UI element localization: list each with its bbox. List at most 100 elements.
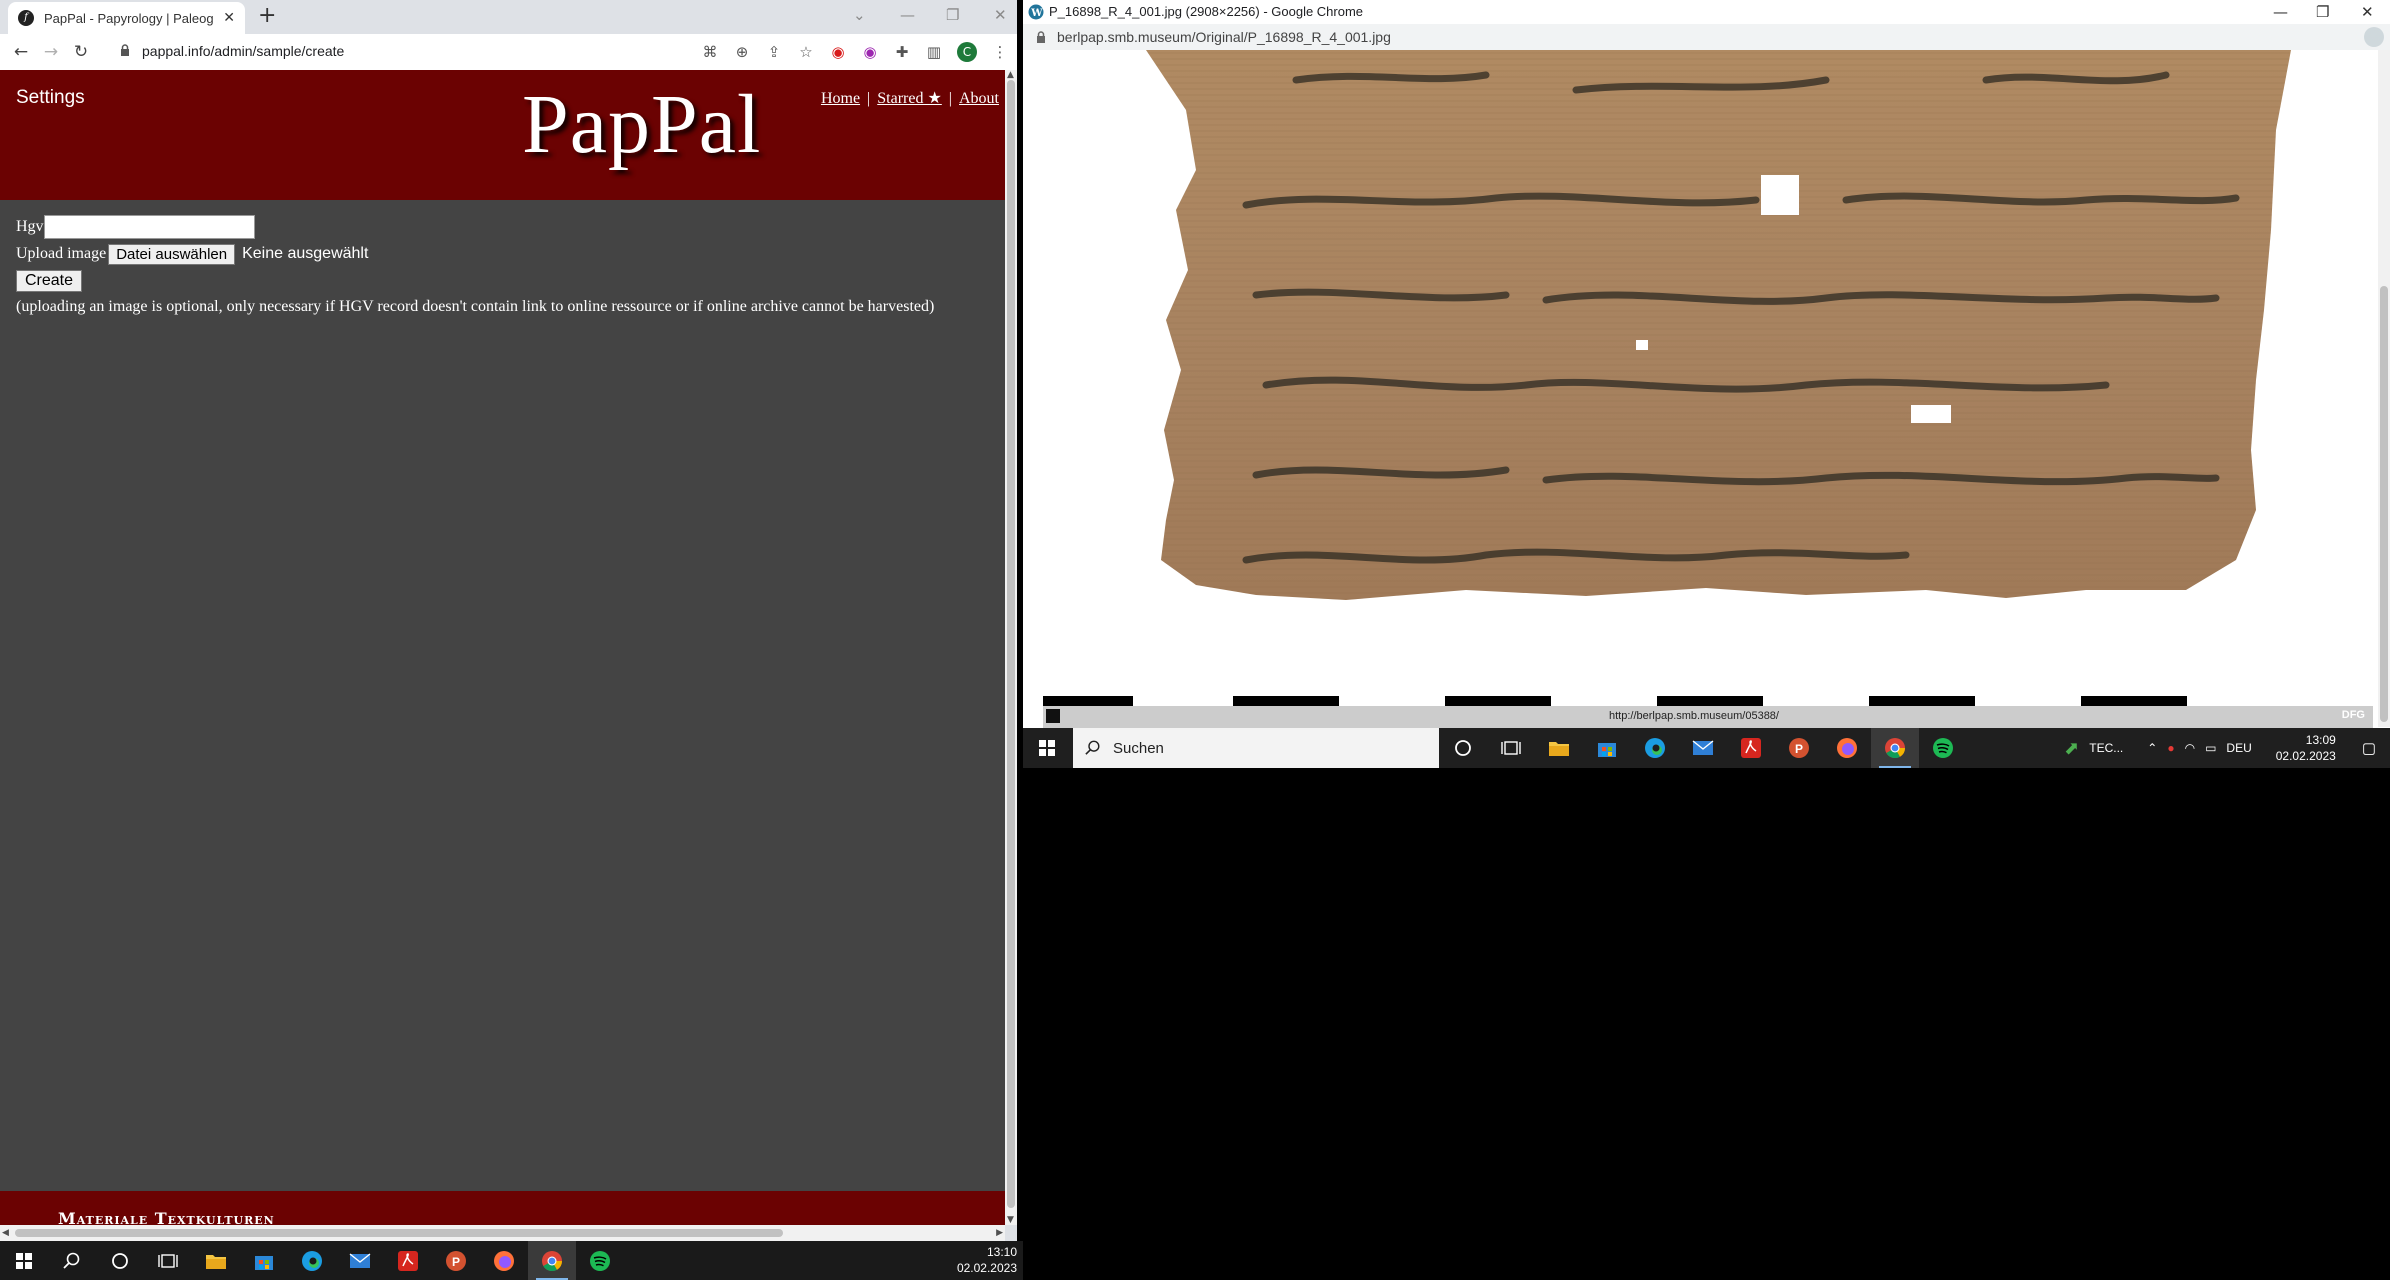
right-restore-button[interactable]: ❐ xyxy=(2316,0,2329,27)
right-start-windows-icon[interactable] xyxy=(1023,728,1071,768)
vertical-scroll-thumb[interactable] xyxy=(1007,80,1015,1208)
left-browser-window: f PapPal - Papyrology | Paleography ✕ + … xyxy=(0,0,1017,1241)
right-lock-icon[interactable] xyxy=(1036,31,1046,44)
footer-project-name: Materiale Textkulturen xyxy=(58,1209,275,1225)
tray-overflow-chevron-icon[interactable]: ⌃ xyxy=(2147,741,2157,755)
tab-strip: f PapPal - Papyrology | Paleography ✕ + … xyxy=(0,0,1017,34)
nav-starred-link[interactable]: Starred ★ xyxy=(877,90,942,107)
language-indicator[interactable]: DEU xyxy=(2226,741,2251,755)
extensions-puzzle-icon[interactable]: ✚ xyxy=(893,43,911,61)
image-footer-url: http://berlpap.smb.museum/05388/ xyxy=(1609,710,1779,722)
nav-home-link[interactable]: Home xyxy=(821,90,860,107)
right-zoom-icon[interactable] xyxy=(2364,27,2384,47)
spotify-icon[interactable] xyxy=(576,1241,624,1280)
chrome-icon[interactable] xyxy=(528,1241,576,1280)
wifi-icon[interactable]: ◠ xyxy=(2185,741,2195,755)
right-minimize-button[interactable]: — xyxy=(2273,0,2288,27)
window-close-button[interactable]: ✕ xyxy=(994,0,1007,30)
scroll-up-icon[interactable]: ▲ xyxy=(1007,70,1014,80)
right-cortana-icon[interactable] xyxy=(1439,728,1487,768)
right-clock-time: 13:09 xyxy=(2305,733,2336,747)
address-bar[interactable]: pappal.info/admin/sample/create xyxy=(142,43,344,59)
menu-kebab-icon[interactable]: ⋮ xyxy=(991,43,1009,61)
firefox-icon[interactable] xyxy=(480,1241,528,1280)
right-vertical-scrollbar[interactable] xyxy=(2378,50,2390,727)
left-clock-date: 02.02.2023 xyxy=(956,1261,1017,1275)
battery-icon[interactable]: ▭ xyxy=(2205,741,2216,755)
bookmark-star-icon[interactable]: ☆ xyxy=(797,43,815,61)
right-address-bar[interactable]: berlpap.smb.museum/Original/P_16898_R_4_… xyxy=(1057,29,1391,45)
right-taskbar-clock[interactable]: 13:09 02.02.2023 xyxy=(2276,732,2336,764)
right-browser-window: W P_16898_R_4_001.jpg (2908×2256) - Goog… xyxy=(1023,0,2390,768)
right-file-explorer-icon[interactable] xyxy=(1535,728,1583,768)
upload-image-label: Upload image xyxy=(16,245,107,262)
scroll-right-icon[interactable]: ▶ xyxy=(996,1228,1003,1238)
profile-avatar[interactable]: C xyxy=(957,42,977,62)
taskbar-search-box[interactable]: Suchen xyxy=(1073,728,1439,768)
right-acrobat-icon[interactable] xyxy=(1727,728,1775,768)
minimize-button[interactable]: — xyxy=(900,0,915,30)
tray-antivirus-icon[interactable]: ● xyxy=(2167,741,2174,755)
site-favicon-icon: f xyxy=(18,10,34,26)
zoom-icon[interactable]: ⊕ xyxy=(733,43,751,61)
right-clock-date: 02.02.2023 xyxy=(2275,749,2336,763)
microsoft-store-icon[interactable] xyxy=(240,1241,288,1280)
search-icon[interactable] xyxy=(48,1241,96,1280)
create-sample-form: Hgv Upload image Datei auswählen Keine a… xyxy=(16,214,934,320)
tray-app-label[interactable]: TEC... xyxy=(2089,741,2123,755)
image-viewer[interactable]: http://berlpap.smb.museum/05388/ DFG xyxy=(1023,50,2378,728)
right-spotify-icon[interactable] xyxy=(1919,728,1967,768)
stock-chart-icon[interactable]: ⬈ xyxy=(2064,738,2079,759)
right-firefox-icon[interactable] xyxy=(1823,728,1871,768)
right-powerpoint-icon[interactable]: P xyxy=(1775,728,1823,768)
choose-file-button[interactable]: Datei auswählen xyxy=(108,243,236,265)
tab-search-icon[interactable]: ⌄ xyxy=(853,0,866,30)
browser-tab-pappal[interactable]: f PapPal - Papyrology | Paleography ✕ xyxy=(8,2,245,34)
file-explorer-icon[interactable] xyxy=(192,1241,240,1280)
share-icon[interactable]: ⇪ xyxy=(765,43,783,61)
restore-button[interactable]: ❐ xyxy=(946,0,959,30)
right-taskbar: Suchen P ⬈ TEC... ⌃ ● ◠ ▭ DEU 13:09 02.0… xyxy=(1023,728,2390,768)
left-clock-time: 13:10 xyxy=(986,1245,1017,1259)
scroll-left-icon[interactable]: ◀ xyxy=(2,1228,9,1238)
acrobat-icon[interactable] xyxy=(384,1241,432,1280)
right-scroll-thumb[interactable] xyxy=(2380,286,2388,722)
start-windows-icon[interactable] xyxy=(0,1241,48,1280)
vertical-scrollbar[interactable]: ▲ ▼ xyxy=(1005,70,1017,1225)
mail-icon[interactable] xyxy=(336,1241,384,1280)
extension-purple-icon[interactable]: ◉ xyxy=(861,43,879,61)
side-panel-icon[interactable]: ▥ xyxy=(925,43,943,61)
create-button[interactable]: Create xyxy=(16,270,83,292)
lock-icon[interactable] xyxy=(120,44,130,57)
right-window-title: P_16898_R_4_001.jpg (2908×2256) - Google… xyxy=(1049,4,1364,19)
powerpoint-icon[interactable]: P xyxy=(432,1241,480,1280)
right-edge-icon[interactable] xyxy=(1631,728,1679,768)
right-store-icon[interactable] xyxy=(1583,728,1631,768)
translate-icon[interactable]: ⌘ xyxy=(701,43,719,61)
hgv-input[interactable] xyxy=(43,215,255,239)
right-close-button[interactable]: ✕ xyxy=(2361,0,2374,27)
right-mail-icon[interactable] xyxy=(1679,728,1727,768)
cortana-icon[interactable] xyxy=(96,1241,144,1280)
horizontal-scrollbar[interactable]: ◀ ▶ xyxy=(0,1225,1005,1241)
back-button[interactable]: ← xyxy=(6,42,36,62)
scroll-down-icon[interactable]: ▼ xyxy=(1007,1215,1014,1225)
reload-button[interactable]: ↻ xyxy=(66,42,96,62)
settings-link[interactable]: Settings xyxy=(16,87,85,109)
new-tab-button[interactable]: + xyxy=(258,3,276,28)
nav-about-link[interactable]: About xyxy=(959,90,999,107)
file-status-text: Keine ausgewählt xyxy=(242,245,369,262)
right-chrome-icon[interactable] xyxy=(1871,728,1919,768)
extension-red-icon[interactable]: ◉ xyxy=(829,43,847,61)
system-tray: ⬈ TEC... ⌃ ● ◠ ▭ DEU 13:09 02.02.2023 ▢ xyxy=(2064,728,2390,768)
edge-icon[interactable] xyxy=(288,1241,336,1280)
tab-close-icon[interactable]: ✕ xyxy=(223,10,235,26)
tab-title: PapPal - Papyrology | Paleography xyxy=(44,10,214,26)
image-footer-strip: http://berlpap.smb.museum/05388/ DFG xyxy=(1043,706,2373,728)
right-task-view-icon[interactable] xyxy=(1487,728,1535,768)
task-view-icon[interactable] xyxy=(144,1241,192,1280)
horizontal-scroll-thumb[interactable] xyxy=(15,1229,783,1237)
notification-center-icon[interactable]: ▢ xyxy=(2362,739,2376,757)
forward-button[interactable]: → xyxy=(36,42,66,62)
left-taskbar-clock[interactable]: 13:10 02.02.2023 xyxy=(957,1244,1017,1276)
